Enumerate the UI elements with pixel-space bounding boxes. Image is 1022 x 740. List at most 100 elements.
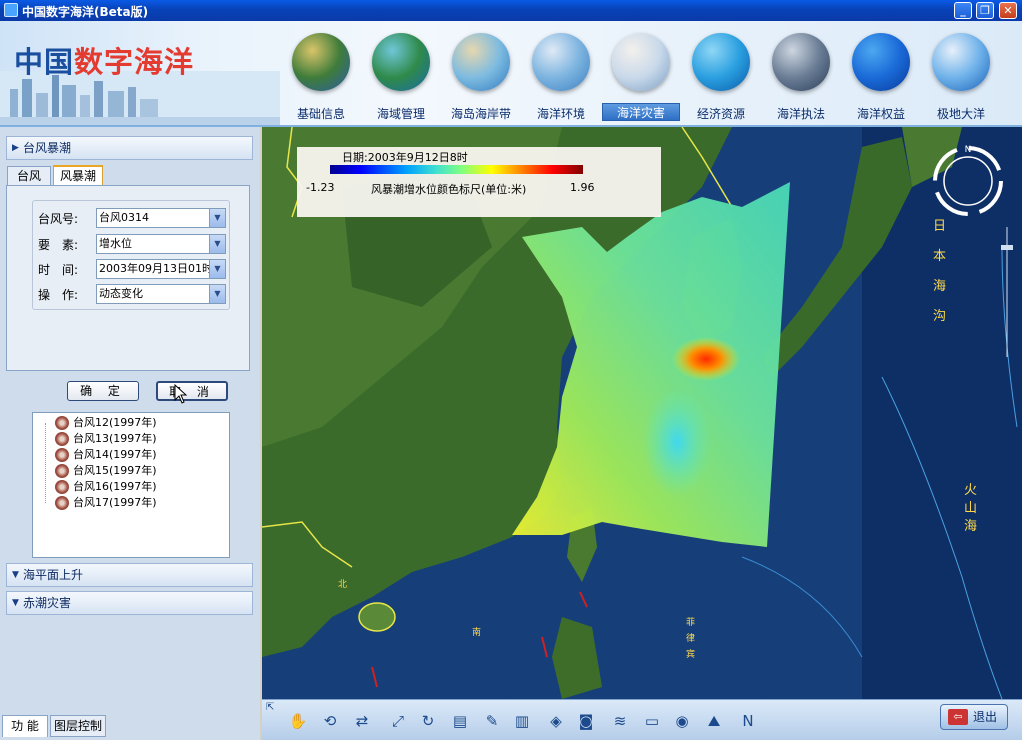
close-button[interactable]: ✕ <box>999 2 1017 19</box>
nav-globe-icon[interactable] <box>292 33 350 91</box>
window-title: 中国数字海洋(Beta版) <box>22 5 149 19</box>
time-select[interactable]: 2003年09月13日01时 ▼ <box>96 259 226 279</box>
label-japan-trench: 日本海沟 <box>933 219 947 324</box>
label-south: 南 <box>472 628 482 638</box>
north-icon[interactable]: N <box>736 710 760 732</box>
chevron-down-icon[interactable]: ▼ <box>209 235 225 253</box>
surge-form: 台风号: 台风0314 ▼ 要 素: 增水位 ▼ 时 间: 2003年09月13日0… <box>6 185 250 371</box>
confirm-button[interactable]: 确 定 <box>67 381 139 401</box>
chevron-down-icon[interactable]: ▼ <box>209 260 225 278</box>
section-typhoon-surge[interactable]: ▶ 台风暴潮 <box>6 136 253 160</box>
window-titlebar: 中国数字海洋(Beta版) _ ❐ ✕ <box>0 0 1022 21</box>
label-north: 北 <box>338 580 348 590</box>
nav-item-label[interactable]: 经济资源 <box>682 105 760 122</box>
nav-item[interactable]: 基础信息 <box>282 25 360 125</box>
list-item-label: 台风12(1997年) <box>73 416 157 429</box>
label-philippine: 菲律宾 <box>686 618 696 660</box>
nav-item[interactable]: 海洋环境 <box>522 25 600 125</box>
chevron-down-icon[interactable]: ▼ <box>209 285 225 303</box>
hand-icon[interactable]: ✋ <box>286 710 310 732</box>
tab-functions[interactable]: 功 能 <box>2 715 48 737</box>
nav-item[interactable]: 海岛海岸带 <box>442 25 520 125</box>
typhoon-icon <box>55 496 69 510</box>
nav-globe-icon[interactable] <box>932 33 990 91</box>
nav-item-label[interactable]: 海洋执法 <box>762 105 840 122</box>
row-operation: 操 作: 动态变化 ▼ <box>38 284 228 304</box>
row-typhoon-number: 台风号: 台风0314 ▼ <box>38 208 228 228</box>
list-item-label: 台风16(1997年) <box>73 480 157 493</box>
typhoon-icon <box>55 416 69 430</box>
nav-item-label[interactable]: 基础信息 <box>282 105 360 122</box>
profile-icon[interactable]: ⛰ <box>702 710 726 732</box>
exit-button[interactable]: ⇦ 退出 <box>940 704 1008 730</box>
diamond-icon[interactable]: ◈ <box>544 710 568 732</box>
element-select[interactable]: 增水位 ▼ <box>96 234 226 254</box>
nav-item[interactable]: 海洋权益 <box>842 25 920 125</box>
zoom-icon[interactable]: ⤢ <box>386 710 410 732</box>
nav-item[interactable]: 极地大洋 <box>922 25 1000 125</box>
corner-arrow-icon[interactable]: ⇱ <box>266 702 274 713</box>
section-red-tide[interactable]: ▼ 赤潮灾害 <box>6 591 253 615</box>
maximize-button[interactable]: ❐ <box>976 2 994 19</box>
compass-icon[interactable]: N <box>929 142 1007 220</box>
eye-icon[interactable]: ◉ <box>670 710 694 732</box>
measure-icon[interactable]: ✎ <box>480 710 504 732</box>
scale-icon[interactable]: ▭ <box>640 710 664 732</box>
section-sea-level[interactable]: ▼ 海平面上升 <box>6 563 253 587</box>
color-scale-legend: 日期:2003年9月12日8时 -1.23 风暴潮增水位颜色标尺(单位:米) 1… <box>297 147 661 217</box>
section-title: 赤潮灾害 <box>23 596 72 610</box>
typhoon-icon <box>55 464 69 478</box>
rotate-icon[interactable]: ⇄ <box>350 710 374 732</box>
layer-icon[interactable]: ▤ <box>448 710 472 732</box>
expand-arrow-icon: ▶ <box>12 143 19 153</box>
typhoon-icon <box>55 432 69 446</box>
tab-layer-control[interactable]: 图层控制 <box>50 715 106 737</box>
pan-icon[interactable]: ⟲ <box>318 710 342 732</box>
nav-item-label[interactable]: 海洋环境 <box>522 105 600 122</box>
collapse-arrow-icon: ▼ <box>12 598 19 608</box>
typhoon-number-select[interactable]: 台风0314 ▼ <box>96 208 226 228</box>
nav-globe-icon[interactable] <box>772 33 830 91</box>
operation-select[interactable]: 动态变化 ▼ <box>96 284 226 304</box>
nav-globe-icon[interactable] <box>852 33 910 91</box>
section-title: 海平面上升 <box>23 568 84 582</box>
map-view[interactable]: 日期:2003年9月12日8时 -1.23 风暴潮增水位颜色标尺(单位:米) 1… <box>262 127 1022 699</box>
nav-item-label[interactable]: 海岛海岸带 <box>442 105 520 122</box>
chevron-down-icon[interactable]: ▼ <box>209 209 225 227</box>
nav-item[interactable]: 海洋灾害 <box>602 25 680 125</box>
typhoon-icon <box>55 480 69 494</box>
nav-globe-icon[interactable] <box>692 33 750 91</box>
svg-text:N: N <box>965 145 972 155</box>
cancel-button[interactable]: 取 消 <box>156 381 228 401</box>
nav-item[interactable]: 经济资源 <box>682 25 760 125</box>
terrain-icon[interactable]: ≋ <box>608 710 632 732</box>
legend-min: -1.23 <box>306 181 335 194</box>
nav-globe-icon[interactable] <box>532 33 590 91</box>
nav-item-label[interactable]: 海洋灾害 <box>602 103 680 121</box>
list-item-label: 台风13(1997年) <box>73 432 157 445</box>
buildings-icon[interactable]: ▥ <box>510 710 534 732</box>
collapse-arrow-icon: ▼ <box>12 570 19 580</box>
nav-globe-icon[interactable] <box>612 33 670 91</box>
legend-title: 风暴潮增水位颜色标尺(单位:米) <box>371 183 527 196</box>
tab-typhoon[interactable]: 台风 <box>7 166 51 185</box>
nav-item-label[interactable]: 极地大洋 <box>922 105 1000 122</box>
row-element: 要 素: 增水位 ▼ <box>38 234 228 254</box>
list-item-label: 台风15(1997年) <box>73 464 157 477</box>
nav-item-label[interactable]: 海洋权益 <box>842 105 920 122</box>
nav-globe-icon[interactable] <box>452 33 510 91</box>
field-label: 台风号: <box>38 212 79 226</box>
field-label: 操 作: <box>38 288 79 302</box>
nav-item[interactable]: 海洋执法 <box>762 25 840 125</box>
left-panel: ▶ 台风暴潮 台风 风暴潮 台风号: 台风0314 ▼ 要 素: 增水位 ▼ 时 间… <box>0 127 260 740</box>
nav-item[interactable]: 海域管理 <box>362 25 440 125</box>
camera-icon[interactable]: ◙ <box>574 710 598 732</box>
refresh-icon[interactable]: ↻ <box>416 710 440 732</box>
row-time: 时 间: 2003年09月13日01时 ▼ <box>38 259 228 279</box>
tab-storm-surge[interactable]: 风暴潮 <box>53 165 103 185</box>
tree-guide-line <box>45 423 46 503</box>
minimize-button[interactable]: _ <box>954 2 972 19</box>
nav-item-label[interactable]: 海域管理 <box>362 105 440 122</box>
bottom-tab-strip: 功 能 图层控制 <box>0 715 260 740</box>
nav-globe-icon[interactable] <box>372 33 430 91</box>
